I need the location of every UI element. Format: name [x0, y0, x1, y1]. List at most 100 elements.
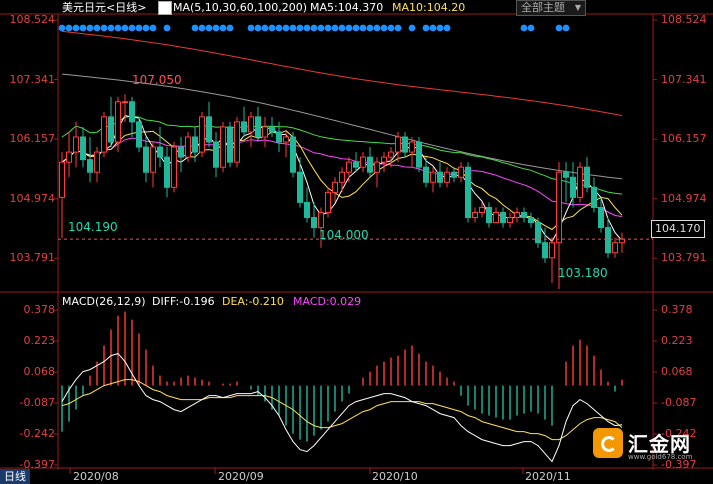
macd-axis-label-right: 0.378 — [661, 303, 693, 316]
candle-body — [136, 121, 142, 148]
event-marker-dot — [121, 24, 129, 32]
event-marker-dot — [79, 24, 87, 32]
event-marker-dot — [268, 24, 276, 32]
macd-label[interactable]: MACD(26,12,9) — [62, 294, 146, 310]
event-marker-dot — [198, 24, 206, 32]
candle-body — [150, 146, 156, 173]
candle-body — [549, 242, 555, 259]
theme-select-button[interactable]: 全部主题 ▼ — [516, 0, 586, 16]
candle-body — [528, 217, 534, 224]
price-axis-label-left: 108.524 — [9, 13, 56, 26]
price-axis-label-right: 103.791 — [661, 251, 707, 265]
ma-legend-icon[interactable] — [158, 1, 172, 15]
candle-body — [542, 242, 548, 259]
event-marker-dot — [345, 24, 353, 32]
candle-body — [164, 156, 170, 188]
candle-body — [332, 181, 338, 193]
candle-body — [318, 211, 324, 229]
macd-dea-value: DEA:-0.210 — [222, 295, 284, 308]
price-axis-label-left: 107.341 — [9, 72, 56, 86]
macd-diff-value: DIFF:-0.196 — [152, 295, 215, 308]
event-marker-dot — [317, 24, 325, 32]
brand-logo: 汇金网 www.gold678.com — [593, 428, 703, 464]
ma-settings-label[interactable]: MA(5,10,30,60,100,200) — [173, 0, 307, 16]
price-axis-label-right: 106.157 — [661, 132, 707, 146]
candle-body — [437, 171, 443, 183]
event-marker-dot — [359, 24, 367, 32]
macd-axis-label-left: 0.068 — [23, 365, 56, 378]
low-annotation-sep: 104.000 — [319, 228, 369, 242]
event-marker-dot — [422, 24, 430, 32]
low-annotation-nov: 103.180 — [558, 266, 608, 280]
candle-body — [458, 166, 464, 178]
candle-body — [122, 101, 128, 104]
macd-hist-value: MACD:0.029 — [293, 295, 362, 308]
candle-body — [486, 206, 492, 224]
candle-body — [598, 206, 604, 229]
period-label[interactable]: <日线> — [106, 1, 146, 14]
macd-axis-label-left: 0.223 — [23, 334, 56, 347]
event-marker-dot — [65, 24, 73, 32]
candle-body — [94, 151, 100, 173]
event-marker-dot — [373, 24, 381, 32]
candle-body — [234, 121, 240, 163]
price-axis-label-right: 107.341 — [661, 72, 707, 86]
candle-body — [157, 146, 163, 158]
candle-body — [101, 116, 107, 153]
ma5-value: MA5:104.370 — [310, 1, 384, 14]
logo-site: www.gold678.com — [628, 453, 693, 461]
candle-body — [500, 211, 506, 224]
candle-body — [227, 126, 233, 163]
event-marker-dot — [366, 24, 374, 32]
event-marker-dot — [527, 24, 535, 32]
event-marker-dot — [310, 24, 318, 32]
candle-body — [416, 141, 422, 168]
candle-body — [430, 171, 436, 183]
event-marker-dot — [107, 24, 115, 32]
tab-daily[interactable]: 日线 — [0, 469, 30, 484]
candle-body — [479, 206, 485, 213]
event-marker-dot — [254, 24, 262, 32]
candle-body — [199, 116, 205, 153]
symbol-name: 美元日元 — [62, 1, 106, 14]
candle-body — [290, 136, 296, 173]
event-marker-dot — [135, 24, 143, 32]
candle-body — [311, 217, 317, 229]
candle-body — [395, 136, 401, 153]
candle-body — [577, 166, 583, 198]
chart-canvas — [0, 13, 713, 474]
date-label-nov: 2020/11 — [525, 470, 571, 483]
candle-body — [59, 161, 65, 198]
candle-body — [220, 126, 226, 168]
candle-body — [171, 146, 177, 188]
candle-body — [66, 151, 72, 163]
event-marker-dot — [352, 24, 360, 32]
event-marker-dot — [58, 24, 66, 32]
candle-body — [178, 146, 184, 158]
candle-body — [304, 201, 310, 219]
event-marker-dot — [555, 24, 563, 32]
candle-body — [570, 176, 576, 198]
macd-axis-label-right: 0.068 — [661, 365, 693, 378]
candle-body — [213, 141, 219, 168]
event-marker-dot — [226, 24, 234, 32]
candle-body — [129, 101, 135, 123]
event-marker-dot — [562, 24, 570, 32]
macd-axis-label-right: -0.087 — [661, 396, 697, 409]
candle-body — [115, 101, 121, 143]
candle-body — [556, 171, 562, 244]
candle-body — [255, 116, 261, 138]
date-label-sep: 2020/09 — [218, 470, 264, 483]
event-marker-dot — [149, 24, 157, 32]
candle-body — [521, 211, 527, 219]
low-annotation-aug: 104.190 — [68, 220, 118, 234]
event-marker-dot — [128, 24, 136, 32]
macd-axis-label-right: 0.223 — [661, 334, 693, 347]
event-marker-dot — [520, 24, 528, 32]
event-marker-dot — [324, 24, 332, 32]
candle-body — [451, 171, 457, 178]
price-axis-label-right: 108.524 — [661, 13, 707, 26]
event-marker-dot — [408, 24, 416, 32]
date-label-oct: 2020/10 — [372, 470, 418, 483]
candle-body — [507, 217, 513, 224]
